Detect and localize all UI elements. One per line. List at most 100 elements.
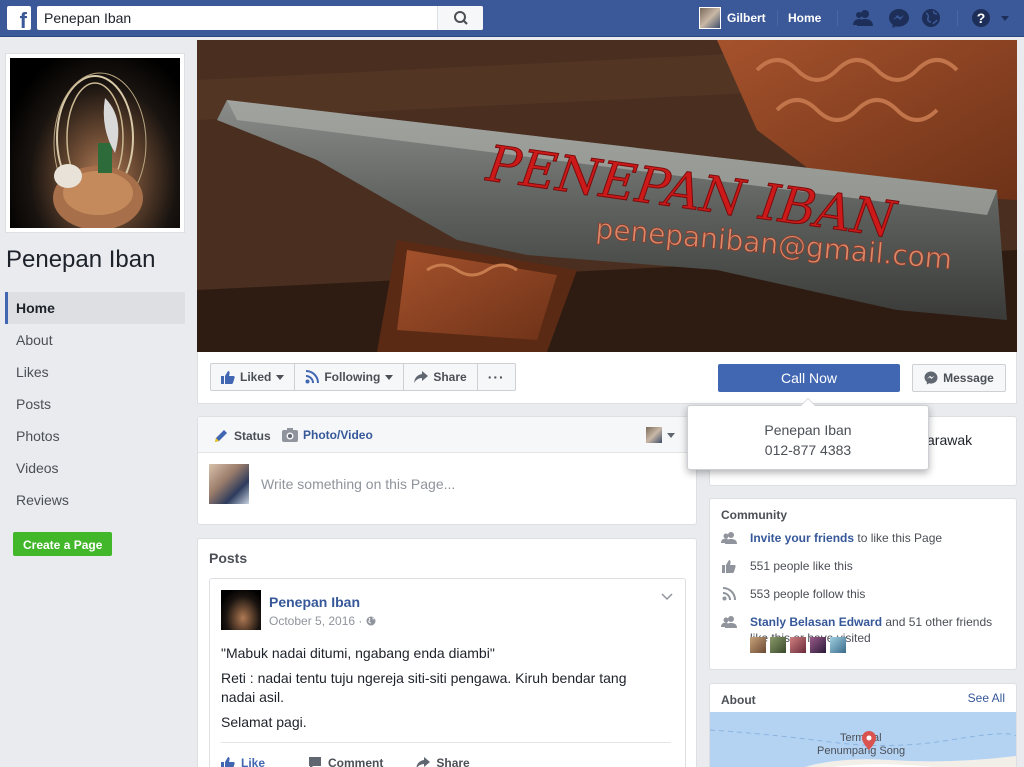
help-icon[interactable]: ?: [970, 8, 992, 28]
search-button[interactable]: [437, 6, 483, 30]
following-button[interactable]: Following: [294, 363, 405, 391]
comment-button[interactable]: Comment: [308, 743, 383, 767]
thumbs-up-icon: [221, 371, 235, 384]
follows-count[interactable]: 553 people follow this: [750, 586, 865, 602]
cover-artwork: PENEPAN IBAN penepaniban@gmail.com: [197, 40, 1017, 352]
camera-icon: [282, 428, 298, 442]
likes-count[interactable]: 551 people like this: [750, 558, 853, 574]
pencil-icon: [215, 430, 227, 442]
avatar[interactable]: [830, 637, 846, 653]
nav-item-photos[interactable]: Photos: [5, 420, 185, 452]
thumbs-up-icon: [722, 560, 736, 573]
rss-icon: [722, 587, 736, 601]
likes-count-row: 551 people like this: [721, 558, 853, 574]
liked-button[interactable]: Liked: [210, 363, 296, 391]
home-link[interactable]: Home: [788, 11, 821, 25]
cover-photo[interactable]: PENEPAN IBAN penepaniban@gmail.com: [197, 40, 1017, 352]
messenger-icon: [924, 371, 938, 385]
search-box: [37, 6, 483, 30]
share-arrow-icon: [416, 756, 431, 767]
liked-label: Liked: [240, 370, 272, 384]
composer-tabs: Status Photo/Video: [198, 417, 696, 453]
nav-item-about[interactable]: About: [5, 324, 185, 356]
messenger-icon[interactable]: [888, 8, 910, 28]
location-map[interactable]: Terminal Penumpang Song: [710, 712, 1016, 767]
rss-icon: [305, 370, 320, 384]
tab-status[interactable]: Status: [213, 428, 271, 444]
globe-icon: [366, 616, 376, 626]
avatar: [699, 7, 721, 29]
avatar[interactable]: [221, 590, 261, 630]
about-card: About See All Terminal Penumpang Song: [709, 683, 1017, 767]
share-label: Share: [436, 755, 470, 767]
chevron-down-icon[interactable]: [999, 8, 1011, 28]
share-button[interactable]: Share: [416, 743, 470, 767]
nav-item-reviews[interactable]: Reviews: [5, 484, 185, 516]
chevron-down-icon: [276, 374, 285, 380]
post-line: Reti : nadai tentu tuju ngereja siti-sit…: [221, 670, 627, 705]
notifications-globe-icon[interactable]: [920, 8, 942, 28]
nav-item-home[interactable]: Home: [5, 292, 185, 324]
action-button-group: Liked Following Share ···: [210, 363, 516, 391]
share-button[interactable]: Share: [403, 363, 478, 391]
divider: [837, 10, 838, 26]
post-author[interactable]: Penepan Iban: [269, 594, 360, 610]
avatar[interactable]: [770, 637, 786, 653]
page-title[interactable]: Penepan Iban: [6, 246, 155, 274]
call-now-button[interactable]: Call Now: [718, 364, 900, 392]
location-text: arawak: [927, 432, 973, 448]
see-all-link[interactable]: See All: [968, 691, 1005, 705]
chevron-down-icon[interactable]: [667, 433, 675, 438]
invite-friends-text: to like this Page: [854, 531, 943, 545]
map-label: Penumpang Song: [817, 745, 905, 757]
map-graphic: Terminal Penumpang Song: [710, 712, 1016, 767]
avatar[interactable]: [646, 427, 662, 443]
user-name: Gilbert: [727, 11, 766, 25]
friends-icon: [721, 532, 737, 544]
charm-illustration: [53, 72, 147, 228]
tab-photo-video[interactable]: Photo/Video: [282, 428, 373, 442]
tooltip-page-name: Penepan Iban: [764, 422, 852, 438]
message-button[interactable]: Message: [912, 364, 1006, 392]
post-line: "Mabuk nadai ditumi, ngabang enda diambi…: [221, 645, 495, 661]
divider: [957, 10, 958, 26]
tooltip-phone-number[interactable]: 012-877 4383: [688, 440, 928, 460]
create-page-button[interactable]: Create a Page: [13, 532, 113, 556]
call-now-tooltip: Penepan Iban 012-877 4383: [687, 398, 929, 470]
post-line: Selamat pagi.: [221, 714, 307, 730]
post-actions: Like Comment Share: [221, 742, 671, 767]
search-input[interactable]: [37, 6, 437, 30]
avatar[interactable]: [750, 637, 766, 653]
profile-photo: [10, 58, 180, 228]
friend-requests-icon[interactable]: [852, 8, 874, 28]
chevron-down-icon: [385, 374, 394, 380]
facebook-logo[interactable]: f: [7, 6, 31, 30]
share-arrow-icon: [414, 371, 429, 383]
posts-heading: Posts: [209, 550, 248, 566]
nav-item-likes[interactable]: Likes: [5, 356, 185, 388]
nav-item-videos[interactable]: Videos: [5, 452, 185, 484]
composer-input[interactable]: Write something on this Page...: [261, 476, 455, 492]
tab-photo-video-label: Photo/Video: [303, 428, 373, 442]
post-timestamp[interactable]: October 5, 2016 ·: [269, 614, 376, 628]
comment-icon: [309, 756, 322, 767]
friend-name-link[interactable]: Stanly Belasan Edward: [750, 615, 882, 629]
avatar: [209, 464, 249, 504]
message-label: Message: [943, 371, 994, 385]
avatar[interactable]: [810, 637, 826, 653]
divider: [777, 10, 778, 26]
posts-section: Posts Penepan Iban October 5, 2016 · "Ma…: [197, 538, 697, 767]
nav-item-posts[interactable]: Posts: [5, 388, 185, 420]
more-options-button[interactable]: ···: [476, 363, 516, 391]
chevron-down-icon[interactable]: [661, 593, 673, 601]
invite-friends-link[interactable]: Invite your friends: [750, 531, 854, 545]
svg-text:?: ?: [977, 10, 986, 26]
thumbs-up-icon: [221, 756, 235, 767]
post-card: Penepan Iban October 5, 2016 · "Mabuk na…: [209, 578, 686, 767]
avatar[interactable]: [790, 637, 806, 653]
page-profile-picture[interactable]: [5, 53, 185, 233]
post-composer: Status Photo/Video Write something on th…: [197, 416, 697, 525]
like-button[interactable]: Like: [221, 743, 265, 767]
friend-avatars: [750, 637, 850, 653]
user-profile-link[interactable]: Gilbert: [699, 6, 766, 30]
